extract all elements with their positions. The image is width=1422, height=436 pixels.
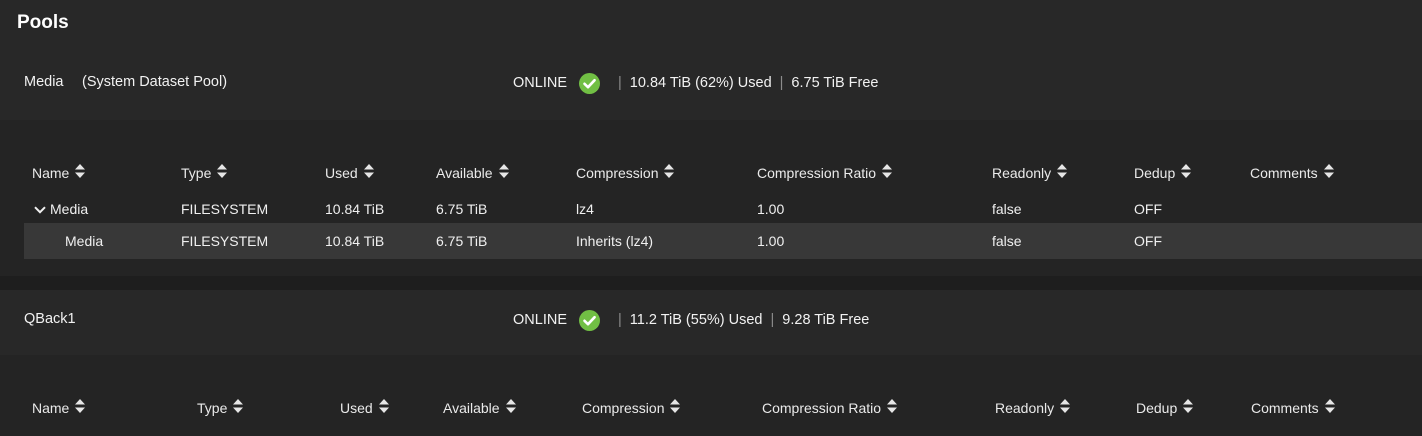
pool-header-qback1: QBack1 ONLINE | 11.2 TiB (55%) Used | 9.… <box>0 290 1422 356</box>
sort-icon <box>75 390 86 426</box>
chevron-down-icon[interactable] <box>34 191 46 227</box>
pool-status-text: ONLINE <box>513 75 567 91</box>
pool-free: 6.75 TiB Free <box>791 75 879 91</box>
dataset-available-cell: 6.75 TiB <box>436 201 488 217</box>
sort-icon <box>1324 390 1335 426</box>
column-header-name[interactable]: Name <box>32 390 86 426</box>
dataset-type-cell: FILESYSTEM <box>181 201 269 217</box>
sort-icon <box>498 155 509 191</box>
pool-datasets-card-qback1: Name Type Used Available Compression Com… <box>0 355 1422 436</box>
sort-icon <box>1183 390 1194 426</box>
dataset-readonly-cell: false <box>992 201 1022 217</box>
column-header-available[interactable]: Available <box>443 390 516 426</box>
separator: | <box>770 312 775 328</box>
sort-icon <box>882 155 893 191</box>
column-header-comments[interactable]: Comments <box>1250 155 1334 191</box>
column-header-compression-ratio[interactable]: Compression Ratio <box>762 390 898 426</box>
dataset-type-cell: FILESYSTEM <box>181 233 269 249</box>
column-header-comments[interactable]: Comments <box>1251 390 1335 426</box>
pool-header-media: Media (System Dataset Pool) ONLINE | 10.… <box>0 50 1422 116</box>
sort-icon <box>1323 155 1334 191</box>
dataset-name-cell: Media <box>65 233 104 249</box>
pool-name: Media <box>24 74 64 90</box>
sort-icon <box>363 155 374 191</box>
dataset-compression-cell: lz4 <box>576 201 594 217</box>
sort-icon <box>378 390 389 426</box>
pool-used: 10.84 TiB (62%) Used <box>629 75 772 91</box>
table-header: Name Type Used Available Compression Com… <box>24 155 1422 191</box>
column-header-compression[interactable]: Compression <box>582 390 681 426</box>
sort-icon <box>1057 155 1068 191</box>
separator: | <box>618 312 622 328</box>
pools-page: Pools Media (System Dataset Pool) ONLINE… <box>0 0 1422 436</box>
column-header-readonly[interactable]: Readonly <box>992 155 1068 191</box>
sort-icon <box>75 155 86 191</box>
dataset-used-cell: 10.84 TiB <box>325 201 385 217</box>
dataset-compression-cell: Inherits (lz4) <box>576 233 654 249</box>
dataset-ratio-cell: 1.00 <box>757 233 785 249</box>
dataset-dedup-cell: OFF <box>1134 201 1162 217</box>
dataset-used-cell: 10.84 TiB <box>325 233 385 249</box>
table-header: Name Type Used Available Compression Com… <box>24 390 1422 426</box>
pool-datasets-card-media: Name Type Used Available Compression Com… <box>0 120 1422 276</box>
column-header-name[interactable]: Name <box>32 155 86 191</box>
dataset-ratio-cell: 1.00 <box>757 201 785 217</box>
sort-icon <box>670 390 681 426</box>
pool-status-text: ONLINE <box>513 312 567 328</box>
sort-icon <box>664 155 675 191</box>
sort-icon <box>233 390 244 426</box>
sort-icon <box>1060 390 1071 426</box>
table-row[interactable]: Media FILESYSTEM 10.84 TiB 6.75 TiB Inhe… <box>24 223 1422 259</box>
column-header-used[interactable]: Used <box>325 155 374 191</box>
pool-status: ONLINE | 11.2 TiB (55%) Used | 9.28 TiB … <box>513 308 869 332</box>
column-header-available[interactable]: Available <box>436 155 509 191</box>
column-header-type[interactable]: Type <box>181 155 228 191</box>
column-header-dedup[interactable]: Dedup <box>1136 390 1194 426</box>
separator: | <box>618 75 622 91</box>
column-header-used[interactable]: Used <box>340 390 389 426</box>
sort-icon <box>887 390 898 426</box>
dataset-dedup-cell: OFF <box>1134 233 1162 249</box>
dataset-readonly-cell: false <box>992 233 1022 249</box>
column-header-dedup[interactable]: Dedup <box>1134 155 1192 191</box>
pool-note: (System Dataset Pool) <box>82 74 228 90</box>
column-header-compression[interactable]: Compression <box>576 155 675 191</box>
sort-icon <box>1181 155 1192 191</box>
sort-icon <box>505 390 516 426</box>
pool-used: 11.2 TiB (55%) Used <box>629 312 763 328</box>
separator: | <box>779 75 784 91</box>
sort-icon <box>217 155 228 191</box>
pool-divider <box>0 276 1422 290</box>
column-header-type[interactable]: Type <box>197 390 244 426</box>
column-header-compression-ratio[interactable]: Compression Ratio <box>757 155 893 191</box>
page-title: Pools <box>17 12 69 33</box>
column-header-readonly[interactable]: Readonly <box>995 390 1071 426</box>
dataset-available-cell: 6.75 TiB <box>436 233 488 249</box>
dataset-name-cell[interactable]: Media <box>34 191 88 227</box>
check-circle-icon <box>579 309 600 331</box>
pool-name: QBack1 <box>24 311 76 327</box>
table-row[interactable]: Media FILESYSTEM 10.84 TiB 6.75 TiB lz4 … <box>24 191 1422 227</box>
pool-status: ONLINE | 10.84 TiB (62%) Used | 6.75 TiB… <box>513 71 878 95</box>
pool-free: 9.28 TiB Free <box>782 312 870 328</box>
check-circle-icon <box>579 72 600 94</box>
